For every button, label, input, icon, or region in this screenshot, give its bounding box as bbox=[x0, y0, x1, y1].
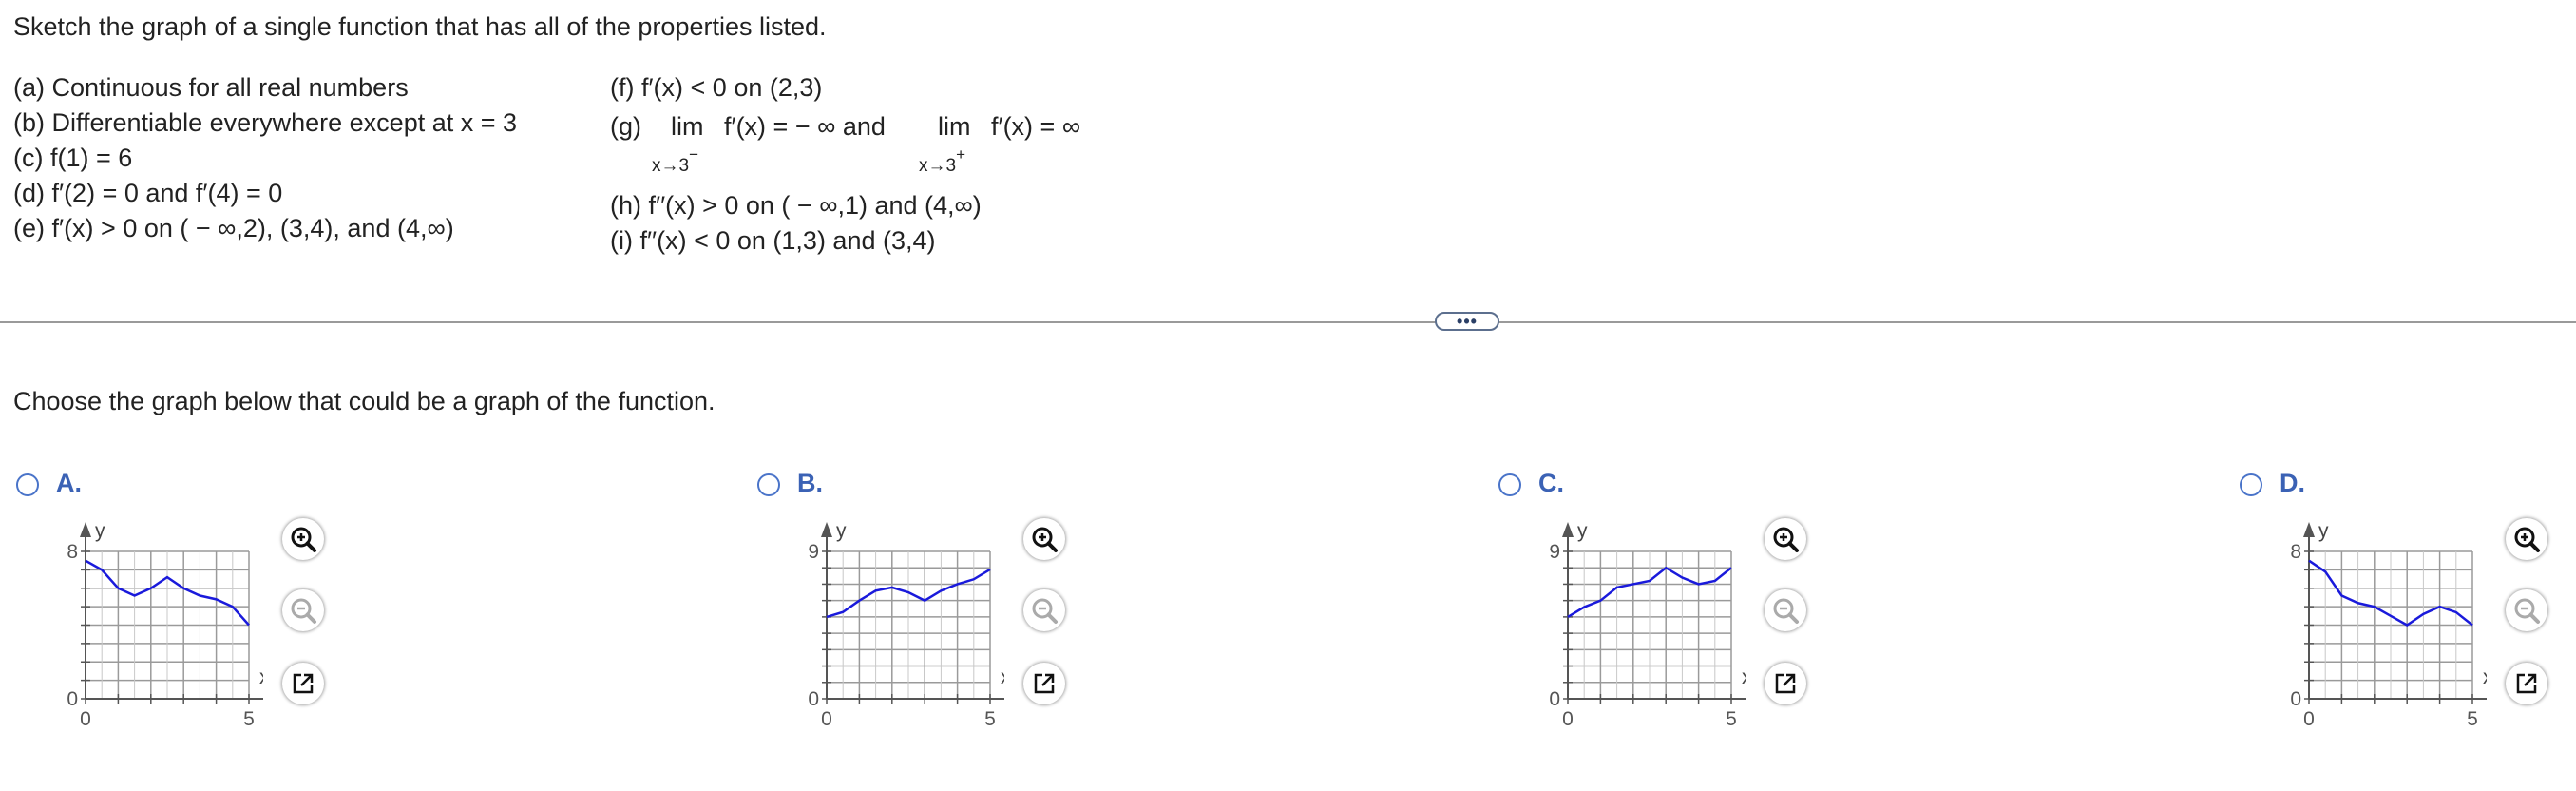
zoom-out-button[interactable] bbox=[282, 589, 324, 631]
open-external-button[interactable] bbox=[2506, 663, 2547, 704]
option-radio[interactable] bbox=[2240, 473, 2262, 496]
expand-more-button[interactable]: ••• bbox=[1435, 312, 1499, 331]
option-label[interactable]: C. bbox=[1538, 469, 1564, 498]
open-external-button[interactable] bbox=[1023, 663, 1065, 704]
property-g-lim1: lim bbox=[671, 112, 704, 141]
property-i: (i) f′′(x) < 0 on (1,3) and (3,4) bbox=[610, 226, 936, 255]
x-five-tick-label: 5 bbox=[1726, 708, 1737, 730]
zoom-in-icon bbox=[1773, 527, 1799, 552]
zoom-in-button[interactable] bbox=[1765, 518, 1806, 560]
section-divider bbox=[0, 321, 2576, 323]
instruction-text: Choose the graph below that could be a g… bbox=[13, 387, 716, 415]
property-g-expr2: f′(x) = ∞ bbox=[991, 112, 1081, 141]
property-g-lim2: lim bbox=[938, 112, 971, 141]
zoom-in-icon bbox=[291, 527, 316, 552]
property-h: (h) f′′(x) > 0 on ( − ∞,1) and (4,∞) bbox=[610, 191, 982, 220]
y-axis-label: y bbox=[836, 520, 847, 542]
y-max-tick-label: 9 bbox=[808, 541, 819, 563]
zoom-in-icon bbox=[2514, 527, 2540, 552]
y-axis-arrow bbox=[1562, 522, 1574, 537]
x-axis-label: x bbox=[1742, 666, 1746, 688]
y-zero-tick-label: 0 bbox=[1549, 688, 1560, 710]
zoom-in-button[interactable] bbox=[2506, 518, 2547, 560]
x-axis-label: x bbox=[1001, 666, 1004, 688]
x-five-tick-label: 5 bbox=[243, 708, 255, 730]
x-zero-tick-label: 0 bbox=[2303, 708, 2315, 730]
external-link-icon bbox=[293, 673, 314, 694]
open-external-button[interactable] bbox=[1765, 663, 1806, 704]
y-axis-arrow bbox=[821, 522, 832, 537]
option-label[interactable]: D. bbox=[2280, 469, 2305, 498]
zoom-out-icon bbox=[2514, 598, 2540, 624]
y-zero-tick-label: 0 bbox=[808, 688, 819, 710]
zoom-out-icon bbox=[1773, 598, 1799, 624]
option-radio[interactable] bbox=[1498, 473, 1521, 496]
property-g-sub1: x→3− bbox=[652, 145, 699, 176]
y-axis-label: y bbox=[1577, 520, 1588, 542]
external-link-icon bbox=[1034, 673, 1055, 694]
x-zero-tick-label: 0 bbox=[821, 708, 832, 730]
option-label[interactable]: A. bbox=[56, 469, 82, 498]
option-graph: 9 00 5 y x bbox=[1549, 520, 1746, 730]
zoom-out-button[interactable] bbox=[1023, 589, 1065, 631]
zoom-in-button[interactable] bbox=[1023, 518, 1065, 560]
zoom-out-icon bbox=[1032, 598, 1058, 624]
y-max-tick-label: 8 bbox=[2290, 541, 2301, 563]
property-g-sub2: x→3+ bbox=[919, 145, 966, 176]
property-b: (b) Differentiable everywhere except at … bbox=[13, 108, 518, 137]
y-axis-label: y bbox=[2318, 520, 2329, 542]
x-zero-tick-label: 0 bbox=[80, 708, 91, 730]
property-g-expr1: f′(x) = − ∞ and bbox=[724, 112, 886, 141]
zoom-out-button[interactable] bbox=[2506, 589, 2547, 631]
option-radio[interactable] bbox=[757, 473, 780, 496]
x-five-tick-label: 5 bbox=[984, 708, 996, 730]
open-external-button[interactable] bbox=[282, 663, 324, 704]
external-link-icon bbox=[1775, 673, 1796, 694]
graph-grid bbox=[1568, 550, 1732, 699]
property-f: (f) f′(x) < 0 on (2,3) bbox=[610, 73, 823, 102]
property-d: (d) f′(2) = 0 and f′(4) = 0 bbox=[13, 179, 283, 207]
y-max-tick-label: 9 bbox=[1549, 541, 1560, 563]
option-graph: 8 00 5 y x bbox=[67, 520, 263, 730]
y-zero-tick-label: 0 bbox=[67, 688, 78, 710]
y-axis-label: y bbox=[95, 520, 105, 542]
y-max-tick-label: 8 bbox=[67, 541, 78, 563]
y-zero-tick-label: 0 bbox=[2290, 688, 2301, 710]
option-graph: 8 00 5 y x bbox=[2290, 520, 2487, 730]
x-zero-tick-label: 0 bbox=[1562, 708, 1574, 730]
x-axis-label: x bbox=[259, 666, 263, 688]
zoom-out-button[interactable] bbox=[1765, 589, 1806, 631]
external-link-icon bbox=[2516, 673, 2537, 694]
x-axis-label: x bbox=[2483, 666, 2487, 688]
option-radio[interactable] bbox=[16, 473, 39, 496]
property-a: (a) Continuous for all real numbers bbox=[13, 73, 409, 102]
graph-grid bbox=[2309, 550, 2473, 699]
question-prompt: Sketch the graph of a single function th… bbox=[13, 12, 827, 41]
option-label[interactable]: B. bbox=[797, 469, 823, 498]
zoom-in-button[interactable] bbox=[282, 518, 324, 560]
property-g-label: (g) bbox=[610, 112, 641, 141]
graph-grid bbox=[827, 550, 991, 699]
property-c: (c) f(1) = 6 bbox=[13, 144, 133, 172]
graph-grid bbox=[86, 550, 250, 699]
y-axis-arrow bbox=[80, 522, 91, 537]
x-five-tick-label: 5 bbox=[2467, 708, 2478, 730]
zoom-in-icon bbox=[1032, 527, 1058, 552]
zoom-out-icon bbox=[291, 598, 316, 624]
option-graph: 9 00 5 y x bbox=[808, 520, 1004, 730]
y-axis-arrow bbox=[2303, 522, 2315, 537]
property-e: (e) f′(x) > 0 on ( − ∞,2), (3,4), and (4… bbox=[13, 214, 454, 242]
